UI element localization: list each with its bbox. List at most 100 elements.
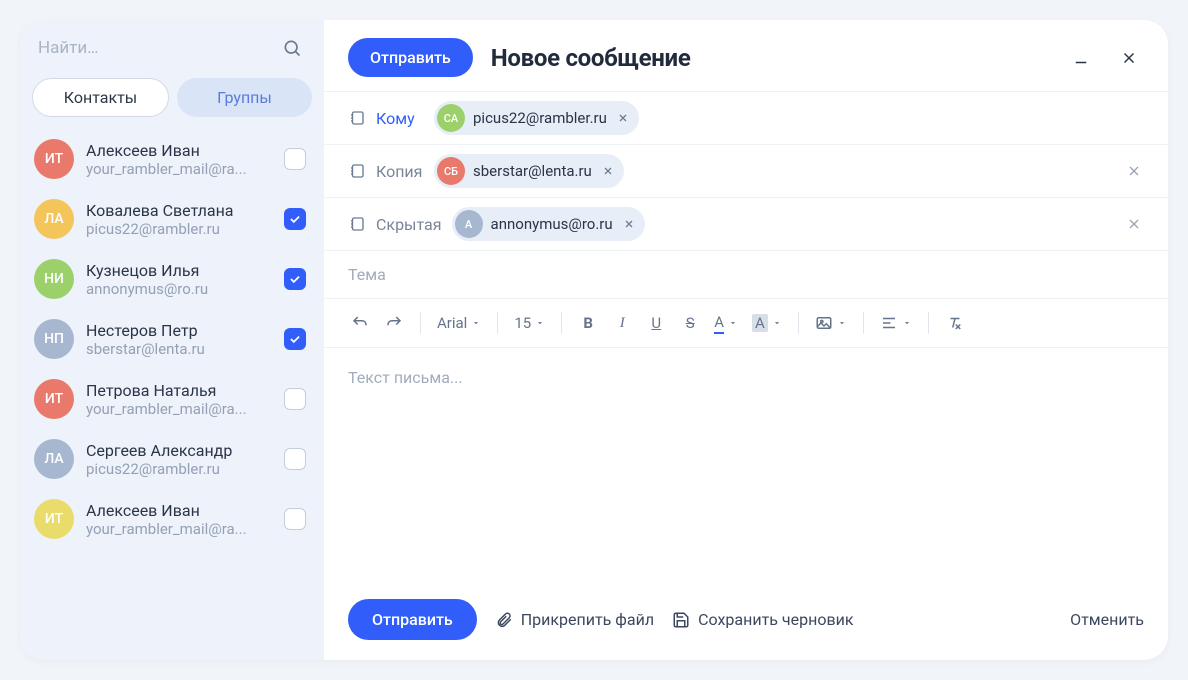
contact-row[interactable]: НП Нестеров Петр sberstar@lenta.ru (20, 309, 324, 369)
addressbook-icon (348, 162, 366, 180)
contact-checkbox[interactable] (284, 268, 306, 290)
separator (863, 312, 864, 334)
contact-checkbox[interactable] (284, 448, 306, 470)
contact-name: Нестеров Петр (86, 321, 272, 340)
avatar: ЛА (34, 439, 74, 479)
redo-icon[interactable] (378, 307, 410, 339)
chip-avatar: СБ (437, 157, 465, 185)
compose-footer: Отправить Прикрепить файл Сохранить черн… (324, 583, 1168, 660)
avatar: ЛА (34, 199, 74, 239)
avatar: НП (34, 319, 74, 359)
contact-info: Ковалева Светлана picus22@rambler.ru (86, 201, 272, 238)
separator (928, 312, 929, 334)
contact-info: Нестеров Петр sberstar@lenta.ru (86, 321, 272, 358)
search-icon[interactable] (278, 34, 306, 62)
to-chip[interactable]: СА picus22@rambler.ru (434, 101, 639, 135)
contact-name: Ковалева Светлана (86, 201, 272, 220)
remove-bcc-row-icon[interactable] (1124, 214, 1144, 234)
minimize-icon[interactable] (1066, 43, 1096, 73)
save-draft-button[interactable]: Сохранить черновик (672, 610, 853, 629)
subject-input[interactable] (348, 265, 1144, 284)
avatar: ИТ (34, 139, 74, 179)
paperclip-icon (495, 611, 513, 629)
insert-image-icon[interactable] (809, 307, 853, 339)
subject-row (324, 250, 1168, 298)
align-icon[interactable] (874, 307, 918, 339)
cc-row: Копия СБ sberstar@lenta.ru (324, 144, 1168, 197)
app-window: Контакты Группы ИТ Алексеев Иван your_ra… (20, 20, 1168, 660)
bcc-chip[interactable]: А annonymus@ro.ru (452, 207, 645, 241)
chip-remove-icon[interactable] (621, 216, 637, 232)
contact-checkbox[interactable] (284, 508, 306, 530)
close-icon[interactable] (1114, 43, 1144, 73)
chip-remove-icon[interactable] (600, 163, 616, 179)
contact-row[interactable]: ЛА Сергеев Александр picus22@rambler.ru (20, 429, 324, 489)
toolbar: Arial 15 B I U S A A (324, 298, 1168, 348)
tab-groups[interactable]: Группы (177, 78, 312, 117)
chip-avatar: СА (437, 104, 465, 132)
font-family-select[interactable]: Arial (431, 307, 487, 339)
sidebar: Контакты Группы ИТ Алексеев Иван your_ra… (20, 20, 324, 660)
contact-checkbox[interactable] (284, 148, 306, 170)
contact-list: ИТ Алексеев Иван your_rambler_mail@ra...… (20, 129, 324, 660)
cc-chip[interactable]: СБ sberstar@lenta.ru (434, 154, 624, 188)
tabs: Контакты Группы (20, 70, 324, 129)
contact-info: Алексеев Иван your_rambler_mail@ra... (86, 141, 272, 178)
separator (497, 312, 498, 334)
highlight-icon[interactable]: A (746, 307, 788, 339)
search-input[interactable] (38, 38, 270, 58)
bcc-row: Скрытая А annonymus@ro.ru (324, 197, 1168, 250)
separator (420, 312, 421, 334)
contact-email: your_rambler_mail@ra... (86, 400, 272, 418)
contact-email: picus22@rambler.ru (86, 460, 272, 478)
avatar: ИТ (34, 499, 74, 539)
contact-row[interactable]: ЛА Ковалева Светлана picus22@rambler.ru (20, 189, 324, 249)
font-size-select[interactable]: 15 (508, 307, 551, 339)
contact-info: Сергеев Александр picus22@rambler.ru (86, 441, 272, 478)
chip-email: picus22@rambler.ru (473, 109, 607, 127)
contact-email: your_rambler_mail@ra... (86, 520, 272, 538)
contact-name: Сергеев Александр (86, 441, 272, 460)
contact-info: Кузнецов Илья annonymus@ro.ru (86, 261, 272, 298)
body-area[interactable]: Текст письма... (324, 348, 1168, 583)
strikethrough-icon[interactable]: S (674, 307, 706, 339)
chip-email: annonymus@ro.ru (491, 215, 613, 233)
separator (561, 312, 562, 334)
contact-row[interactable]: ИТ Алексеев Иван your_rambler_mail@ra... (20, 129, 324, 189)
footer-send-button[interactable]: Отправить (348, 599, 477, 640)
attach-button[interactable]: Прикрепить файл (495, 610, 654, 629)
contact-row[interactable]: ИТ Алексеев Иван your_rambler_mail@ra... (20, 489, 324, 549)
bold-icon[interactable]: B (572, 307, 604, 339)
compose-panel: Отправить Новое сообщение Кому СА picus2… (324, 20, 1168, 660)
contact-name: Петрова Наталья (86, 381, 272, 400)
contact-email: annonymus@ro.ru (86, 280, 272, 298)
contact-checkbox[interactable] (284, 328, 306, 350)
contact-name: Кузнецов Илья (86, 261, 272, 280)
chip-remove-icon[interactable] (615, 110, 631, 126)
body-placeholder: Текст письма... (348, 368, 1144, 387)
avatar: НИ (34, 259, 74, 299)
contact-checkbox[interactable] (284, 208, 306, 230)
contact-email: sberstar@lenta.ru (86, 340, 272, 358)
remove-cc-row-icon[interactable] (1124, 161, 1144, 181)
cancel-button[interactable]: Отменить (1070, 610, 1144, 629)
send-button[interactable]: Отправить (348, 38, 473, 77)
font-color-icon[interactable]: A (708, 307, 744, 339)
tab-contacts[interactable]: Контакты (32, 78, 169, 117)
contact-email: picus22@rambler.ru (86, 220, 272, 238)
contact-name: Алексеев Иван (86, 141, 272, 160)
to-row: Кому СА picus22@rambler.ru (324, 91, 1168, 144)
avatar: ИТ (34, 379, 74, 419)
chip-avatar: А (455, 210, 483, 238)
underline-icon[interactable]: U (640, 307, 672, 339)
contact-row[interactable]: НИ Кузнецов Илья annonymus@ro.ru (20, 249, 324, 309)
addressbook-icon (348, 215, 366, 233)
contact-checkbox[interactable] (284, 388, 306, 410)
italic-icon[interactable]: I (606, 307, 638, 339)
bcc-label: Скрытая (376, 215, 442, 234)
contact-row[interactable]: ИТ Петрова Наталья your_rambler_mail@ra.… (20, 369, 324, 429)
contact-name: Алексеев Иван (86, 501, 272, 520)
undo-icon[interactable] (344, 307, 376, 339)
addressbook-icon (348, 109, 366, 127)
clear-format-icon[interactable] (939, 307, 971, 339)
